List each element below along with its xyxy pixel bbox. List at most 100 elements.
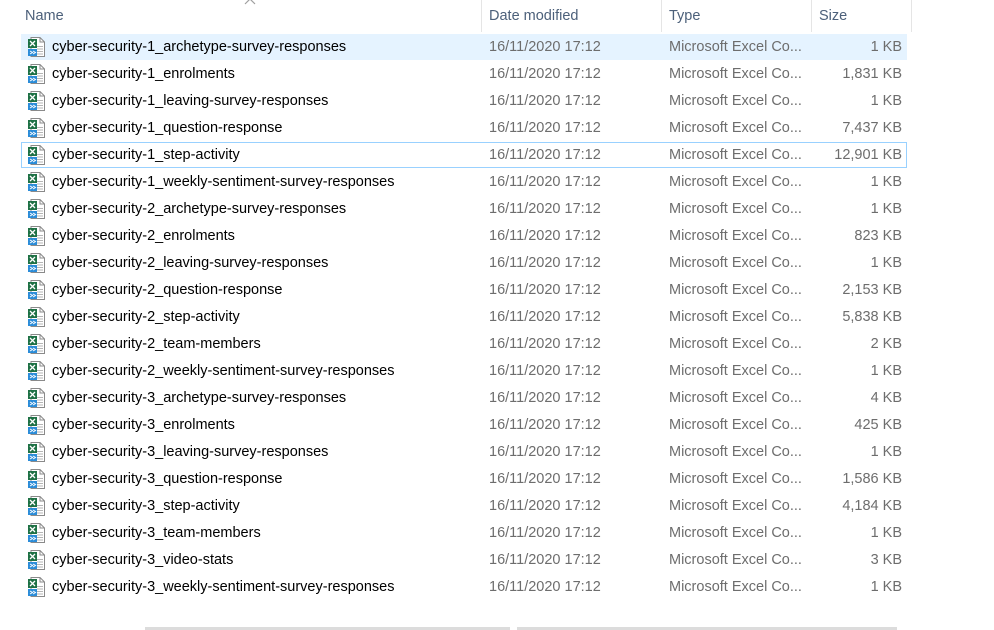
- column-header-row: Name Date modified Type Size: [0, 0, 912, 32]
- file-date-modified: 16/11/2020 17:12: [489, 93, 601, 109]
- file-name[interactable]: cyber-security-3_leaving-survey-response…: [52, 439, 478, 466]
- file-type: Microsoft Excel Co...: [669, 255, 802, 271]
- file-date-modified: 16/11/2020 17:12: [489, 147, 601, 163]
- file-row[interactable]: cyber-security-3_step-activity 16/11/202…: [0, 493, 912, 520]
- file-size: 4,184 KB: [842, 498, 902, 514]
- file-date-modified: 16/11/2020 17:12: [489, 336, 601, 352]
- file-name[interactable]: cyber-security-3_video-stats: [52, 547, 478, 574]
- file-type: Microsoft Excel Co...: [669, 147, 802, 163]
- file-date-modified: 16/11/2020 17:12: [489, 552, 601, 568]
- file-row[interactable]: cyber-security-2_step-activity 16/11/202…: [0, 304, 912, 331]
- file-size: 1 KB: [870, 525, 902, 541]
- file-row[interactable]: cyber-security-2_enrolments 16/11/2020 1…: [0, 223, 912, 250]
- file-size: 1 KB: [870, 363, 902, 379]
- file-type: Microsoft Excel Co...: [669, 174, 802, 190]
- column-header-date-modified[interactable]: Date modified: [481, 0, 661, 32]
- file-row[interactable]: cyber-security-3_question-response 16/11…: [0, 466, 912, 493]
- file-size: 4 KB: [870, 390, 902, 406]
- file-row[interactable]: cyber-security-2_question-response 16/11…: [0, 277, 912, 304]
- excel-file-icon: [28, 199, 45, 219]
- file-row[interactable]: cyber-security-1_weekly-sentiment-survey…: [0, 169, 912, 196]
- file-date-modified: 16/11/2020 17:12: [489, 579, 601, 595]
- column-divider[interactable]: [911, 0, 912, 32]
- file-type: Microsoft Excel Co...: [669, 417, 802, 433]
- file-type: Microsoft Excel Co...: [669, 309, 802, 325]
- file-size: 1 KB: [870, 39, 902, 55]
- file-row[interactable]: cyber-security-3_team-members 16/11/2020…: [0, 520, 912, 547]
- file-date-modified: 16/11/2020 17:12: [489, 417, 601, 433]
- file-date-modified: 16/11/2020 17:12: [489, 498, 601, 514]
- file-row[interactable]: cyber-security-3_leaving-survey-response…: [0, 439, 912, 466]
- file-date-modified: 16/11/2020 17:12: [489, 525, 601, 541]
- excel-file-icon: [28, 226, 45, 246]
- file-name[interactable]: cyber-security-1_step-activity: [52, 142, 478, 169]
- file-name[interactable]: cyber-security-1_enrolments: [52, 61, 478, 88]
- excel-file-icon: [28, 469, 45, 489]
- file-type: Microsoft Excel Co...: [669, 66, 802, 82]
- file-name[interactable]: cyber-security-3_step-activity: [52, 493, 478, 520]
- excel-file-icon: [28, 172, 45, 192]
- file-row[interactable]: cyber-security-2_leaving-survey-response…: [0, 250, 912, 277]
- file-name[interactable]: cyber-security-3_archetype-survey-respon…: [52, 385, 478, 412]
- file-row[interactable]: cyber-security-2_team-members 16/11/2020…: [0, 331, 912, 358]
- file-type: Microsoft Excel Co...: [669, 579, 802, 595]
- file-date-modified: 16/11/2020 17:12: [489, 471, 601, 487]
- file-row[interactable]: cyber-security-3_enrolments 16/11/2020 1…: [0, 412, 912, 439]
- file-type: Microsoft Excel Co...: [669, 444, 802, 460]
- file-type: Microsoft Excel Co...: [669, 39, 802, 55]
- column-header-name[interactable]: Name: [17, 0, 480, 32]
- file-row[interactable]: cyber-security-1_archetype-survey-respon…: [0, 34, 912, 61]
- file-size: 1 KB: [870, 579, 902, 595]
- file-name[interactable]: cyber-security-1_question-response: [52, 115, 478, 142]
- file-row[interactable]: cyber-security-3_archetype-survey-respon…: [0, 385, 912, 412]
- file-date-modified: 16/11/2020 17:12: [489, 363, 601, 379]
- file-size: 2,153 KB: [842, 282, 902, 298]
- file-date-modified: 16/11/2020 17:12: [489, 228, 601, 244]
- file-row[interactable]: cyber-security-2_weekly-sentiment-survey…: [0, 358, 912, 385]
- excel-file-icon: [28, 496, 45, 516]
- file-row[interactable]: cyber-security-3_weekly-sentiment-survey…: [0, 574, 912, 601]
- file-row[interactable]: cyber-security-1_enrolments 16/11/2020 1…: [0, 61, 912, 88]
- file-name[interactable]: cyber-security-1_leaving-survey-response…: [52, 88, 478, 115]
- file-row[interactable]: cyber-security-1_question-response 16/11…: [0, 115, 912, 142]
- column-header-size[interactable]: Size: [811, 0, 911, 32]
- file-name[interactable]: cyber-security-1_archetype-survey-respon…: [52, 34, 478, 61]
- file-list: cyber-security-1_archetype-survey-respon…: [0, 34, 912, 601]
- file-date-modified: 16/11/2020 17:12: [489, 309, 601, 325]
- file-name[interactable]: cyber-security-3_weekly-sentiment-survey…: [52, 574, 478, 601]
- file-name[interactable]: cyber-security-1_weekly-sentiment-survey…: [52, 169, 478, 196]
- file-name[interactable]: cyber-security-3_question-response: [52, 466, 478, 493]
- file-name[interactable]: cyber-security-2_question-response: [52, 277, 478, 304]
- excel-file-icon: [28, 334, 45, 354]
- column-header-type[interactable]: Type: [661, 0, 811, 32]
- excel-file-icon: [28, 253, 45, 273]
- file-name[interactable]: cyber-security-2_enrolments: [52, 223, 478, 250]
- file-name[interactable]: cyber-security-3_team-members: [52, 520, 478, 547]
- file-row[interactable]: cyber-security-1_step-activity 16/11/202…: [0, 142, 912, 169]
- file-row[interactable]: cyber-security-1_leaving-survey-response…: [0, 88, 912, 115]
- file-size: 12,901 KB: [834, 147, 902, 163]
- file-name[interactable]: cyber-security-2_team-members: [52, 331, 478, 358]
- file-size: 2 KB: [870, 336, 902, 352]
- file-name[interactable]: cyber-security-2_archetype-survey-respon…: [52, 196, 478, 223]
- file-size: 1,831 KB: [842, 66, 902, 82]
- file-name[interactable]: cyber-security-2_step-activity: [52, 304, 478, 331]
- excel-file-icon: [28, 442, 45, 462]
- excel-file-icon: [28, 577, 45, 597]
- excel-file-icon: [28, 307, 45, 327]
- file-size: 1 KB: [870, 201, 902, 217]
- file-size: 1,586 KB: [842, 471, 902, 487]
- excel-file-icon: [28, 280, 45, 300]
- file-size: 1 KB: [870, 93, 902, 109]
- file-name[interactable]: cyber-security-3_enrolments: [52, 412, 478, 439]
- excel-file-icon: [28, 118, 45, 138]
- excel-file-icon: [28, 361, 45, 381]
- file-size: 5,838 KB: [842, 309, 902, 325]
- file-type: Microsoft Excel Co...: [669, 363, 802, 379]
- file-name[interactable]: cyber-security-2_leaving-survey-response…: [52, 250, 478, 277]
- file-row[interactable]: cyber-security-2_archetype-survey-respon…: [0, 196, 912, 223]
- file-row[interactable]: cyber-security-3_video-stats 16/11/2020 …: [0, 547, 912, 574]
- file-size: 1 KB: [870, 444, 902, 460]
- file-name[interactable]: cyber-security-2_weekly-sentiment-survey…: [52, 358, 478, 385]
- file-date-modified: 16/11/2020 17:12: [489, 255, 601, 271]
